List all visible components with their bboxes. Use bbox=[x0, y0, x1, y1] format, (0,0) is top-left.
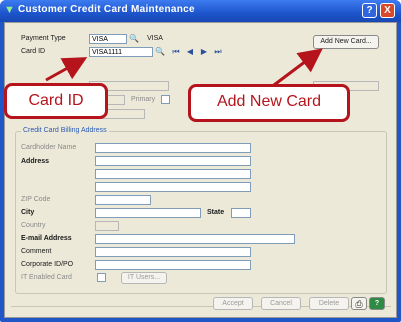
add-new-card-callout: Add New Card bbox=[188, 84, 350, 122]
annotation-arrows bbox=[45, 48, 323, 90]
add-new-card-arrow bbox=[269, 48, 323, 90]
card-id-callout: Card ID bbox=[4, 83, 108, 119]
card-id-arrow bbox=[45, 57, 88, 82]
